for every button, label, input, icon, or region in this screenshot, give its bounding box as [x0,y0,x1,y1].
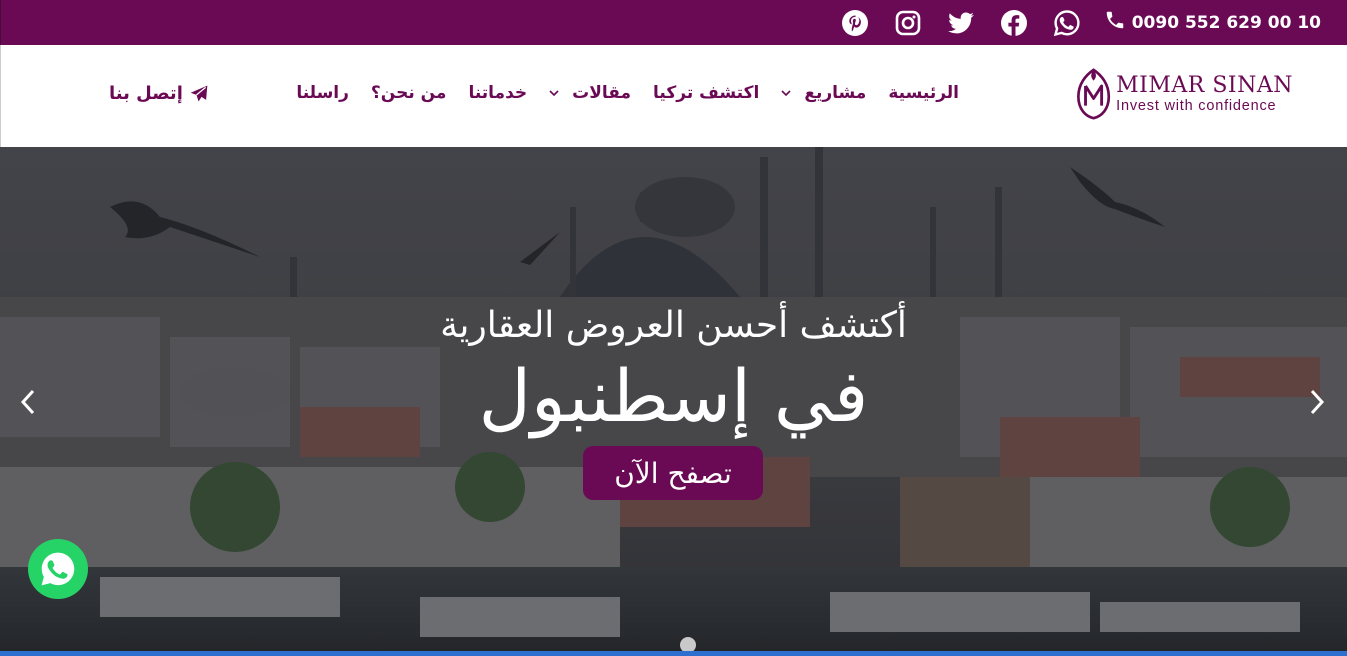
nav-item-label: خدماتنا [468,83,528,103]
nav-item-label: مشاريع [804,83,867,103]
chevron-left-icon [20,389,35,415]
whatsapp-chat-button[interactable] [28,539,88,599]
nav-item-discover-turkey[interactable]: اكتشف تركيا [653,83,759,103]
whatsapp-icon[interactable] [1052,8,1082,38]
logo-name: MIMAR SINAN [1116,73,1293,98]
nav-item-label: مقالات [572,83,632,103]
chevron-right-icon [1310,389,1325,415]
twitter-icon[interactable] [946,8,976,38]
pinterest-icon[interactable] [840,8,870,38]
social-links [840,8,1082,38]
hero-subtitle: أكتشف أحسن العروض العقارية [440,305,907,346]
bottom-accent-bar [0,651,1347,656]
facebook-icon[interactable] [999,8,1029,38]
phone-icon [1104,9,1126,36]
logo-text: MIMAR SINAN Invest with confidence [1116,73,1293,115]
nav-item-label: الرئيسية [888,83,959,103]
phone-number: 0090 552 629 00 10 [1131,12,1321,33]
top-bar: 0090 552 629 00 10 [0,0,1347,45]
hero-title: في إسطنبول [478,354,869,438]
nav-item-label: راسلنا [296,83,349,103]
nav-item-contact-us[interactable]: راسلنا [296,83,349,103]
phone-contact[interactable]: 0090 552 629 00 10 [1104,9,1321,36]
slider-dot[interactable] [680,637,696,651]
chevron-down-icon [549,90,559,97]
slider-prev-button[interactable] [18,387,38,417]
contact-button[interactable]: إتصل بنا [109,83,209,104]
nav-item-projects[interactable]: مشاريع [781,83,866,103]
site-logo[interactable]: MIMAR SINAN Invest with confidence [1073,63,1293,125]
nav-item-about[interactable]: من نحن؟ [371,83,447,103]
logo-tagline: Invest with confidence [1116,98,1277,114]
nav-item-articles[interactable]: مقالات [549,83,631,103]
slider-next-button[interactable] [1307,387,1327,417]
instagram-icon[interactable] [893,8,923,38]
nav-item-label: اكتشف تركيا [653,83,760,103]
whatsapp-icon [41,552,75,586]
main-header: MIMAR SINAN Invest with confidence الرئي… [0,45,1347,147]
chevron-down-icon [781,90,791,97]
nav-item-home[interactable]: الرئيسية [888,83,959,103]
hero-slider: أكتشف أحسن العروض العقارية في إسطنبول تص… [0,147,1347,651]
browse-now-button[interactable]: تصفح الآن [583,446,763,500]
nav-item-label: من نحن؟ [370,83,447,103]
main-nav: الرئيسية مشاريع اكتشف تركيا مقالات خدمات… [296,83,959,103]
logo-mark-icon [1077,68,1111,120]
nav-item-services[interactable]: خدماتنا [468,83,527,103]
contact-button-label: إتصل بنا [109,83,183,104]
send-icon [190,85,208,101]
